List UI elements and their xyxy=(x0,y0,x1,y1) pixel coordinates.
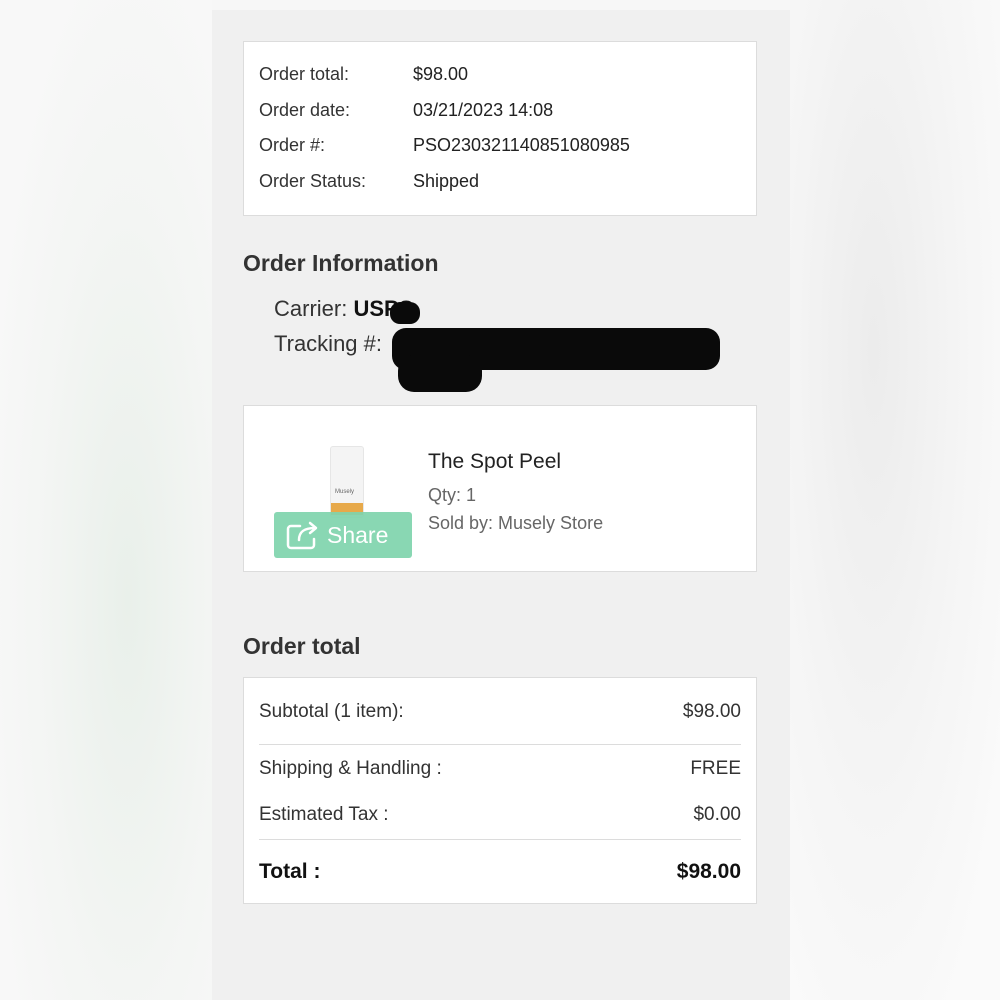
order-status-value: Shipped xyxy=(413,171,480,191)
divider xyxy=(259,839,741,840)
total-value: $98.00 xyxy=(676,860,741,883)
tracking-line: Tracking #: xyxy=(274,331,382,357)
share-label: Share xyxy=(327,522,389,548)
subtotal-value: $98.00 xyxy=(682,701,741,722)
tracking-redaction-top xyxy=(390,302,420,324)
product-card[interactable]: Musely Share The Spot Peel Qty: 1 Sold b… xyxy=(243,405,757,572)
divider xyxy=(259,744,741,745)
product-name[interactable]: The Spot Peel xyxy=(428,450,561,474)
product-qty: Qty: 1 xyxy=(428,485,477,505)
order-total-heading: Order total xyxy=(243,633,361,659)
order-status-label: Order Status: xyxy=(259,171,367,191)
tax-value: $0.00 xyxy=(693,804,741,825)
order-summary-card: Order total: $98.00 Order date: 03/21/20… xyxy=(243,41,757,216)
background-blur-left xyxy=(0,0,212,1000)
order-number-value: PSO230321140851080985 xyxy=(413,135,630,155)
order-date-value: 03/21/2023 14:08 xyxy=(413,100,554,120)
order-total-value: $98.00 xyxy=(413,64,469,84)
order-total-label: Order total: xyxy=(259,64,350,84)
tax-label: Estimated Tax : xyxy=(259,804,389,825)
share-button[interactable]: Share xyxy=(274,512,412,558)
thumbnail-brand-label: Musely xyxy=(335,489,355,495)
carrier-label: Carrier: xyxy=(274,296,348,321)
tracking-redaction-tail xyxy=(398,355,482,392)
order-details-screen: Order total: $98.00 Order date: 03/21/20… xyxy=(212,10,790,1000)
share-icon xyxy=(286,521,318,550)
shipping-value: FREE xyxy=(690,758,741,779)
order-totals-card: Subtotal (1 item): $98.00 Shipping & Han… xyxy=(243,677,757,904)
background-blur-right xyxy=(790,0,1000,1000)
order-information-heading: Order Information xyxy=(243,250,439,276)
product-seller: Sold by: Musely Store xyxy=(428,513,604,533)
subtotal-label: Subtotal (1 item): xyxy=(259,701,404,722)
order-date-label: Order date: xyxy=(259,100,351,120)
tracking-label: Tracking #: xyxy=(274,331,383,356)
product-thumbnail[interactable]: Musely xyxy=(330,446,364,518)
shipping-label: Shipping & Handling : xyxy=(259,758,442,779)
total-label: Total : xyxy=(259,860,321,883)
order-number-label: Order #: xyxy=(259,135,326,155)
